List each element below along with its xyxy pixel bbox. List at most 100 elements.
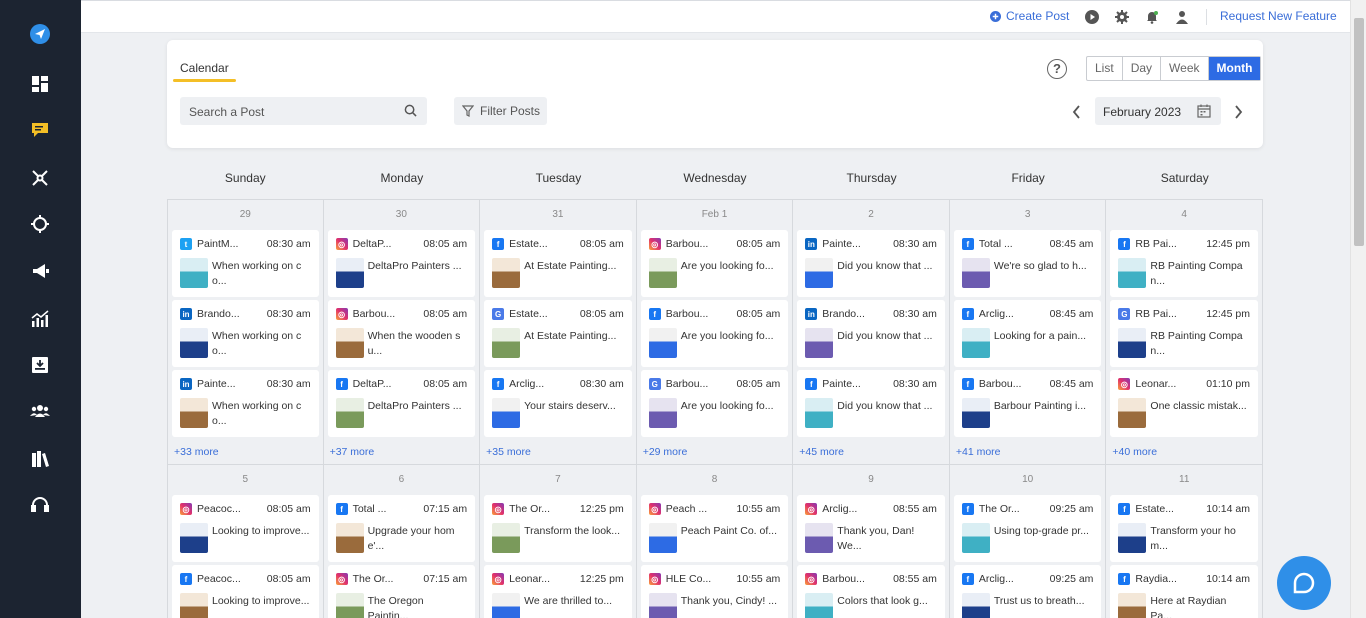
post-card[interactable]: ◎ HLE Co... 10:55 am Thank you, Cindy! ... [640,565,789,618]
target-icon[interactable] [29,213,51,235]
post-text: Thank you, Cindy! ... [680,595,777,607]
more-posts-link[interactable]: +37 more [328,440,476,464]
post-card[interactable]: f Arclig... 09:25 am Trust us to breath... [953,565,1102,618]
post-card[interactable]: in Painte... 08:30 am When working on c o..… [172,370,319,437]
team-icon[interactable] [29,400,51,422]
day-cell[interactable]: 5 ◎ Peacoc... 08:05 am Looking to improve...… [167,465,324,618]
day-cell[interactable]: 8 ◎ Peach ... 10:55 am Peach Paint Co. of...… [637,465,794,618]
instagram-icon: ◎ [648,238,661,250]
post-card[interactable]: f Estate... 10:14 am Transform your ho m... [1110,495,1258,562]
search-input[interactable]: Search a Post [180,97,427,125]
post-thumbnail [1118,523,1147,553]
more-posts-link[interactable]: +41 more [954,440,1102,464]
post-card[interactable]: f Estate... 08:05 am At Estate Painting... [484,230,632,297]
day-cell[interactable]: 29 t PaintM... 08:30 am When working on c o.… [167,200,324,464]
post-card[interactable]: in Brando... 08:30 am When working on c o..… [172,300,319,367]
post-card[interactable]: f DeltaP... 08:05 am DeltaPro Painters ... [327,370,476,437]
post-time: 08:05 am [736,308,781,320]
day-cell[interactable]: Feb 1 ◎ Barbou... 08:05 am Are you looking f… [637,200,794,464]
more-posts-link[interactable]: +33 more [172,440,319,464]
post-card[interactable]: ◎ Leonar... 01:10 pm One classic mistak... [1110,370,1258,437]
more-posts-link[interactable]: +40 more [1110,440,1258,464]
post-card[interactable]: ◎ Barbou... 08:05 am Are you looking fo... [640,230,789,297]
post-card[interactable]: in Painte... 08:30 am Did you know that ... [797,230,945,297]
post-card[interactable]: f Total ... 08:45 am We're so glad to h... [953,230,1102,297]
day-cell[interactable]: 7 ◎ The Or... 12:25 pm Transform the look...… [480,465,637,618]
post-thumbnail [961,258,990,288]
post-account: Estate... [509,238,548,250]
post-card[interactable]: ◎ Peach ... 10:55 am Peach Paint Co. of... [640,495,789,562]
month-picker[interactable]: February 2023 [1095,97,1221,125]
post-card[interactable]: ◎ DeltaP... 08:05 am DeltaPro Painters ... [327,230,476,297]
day-cell[interactable]: 11 f Estate... 10:14 am Transform your ho m.… [1106,465,1263,618]
support-icon[interactable] [29,494,51,516]
post-card[interactable]: in Brando... 08:30 am Did you know that ... [797,300,945,367]
day-cell[interactable]: 3 f Total ... 08:45 am We're so glad to h...… [950,200,1107,464]
post-card[interactable]: G Barbou... 08:05 am Are you looking fo... [640,370,789,437]
day-cell[interactable]: 4 f RB Pai... 12:45 pm RB Painting Compa n..… [1106,200,1263,464]
request-feature-label: Request New Feature [1220,9,1337,23]
more-posts-link[interactable]: +29 more [641,440,789,464]
tab-calendar[interactable]: Calendar [173,61,236,82]
post-card[interactable]: ◎ The Or... 12:25 pm Transform the look... [484,495,632,562]
scrollbar-thumb[interactable] [1354,18,1364,246]
post-text: We're so glad to h... [993,260,1087,272]
inbox-icon[interactable] [29,354,51,376]
post-card[interactable]: ◎ Barbou... 08:55 am Colors that look g... [797,565,945,618]
gear-icon[interactable] [1115,10,1129,24]
send-icon[interactable] [29,23,51,45]
post-account: PaintM... [197,238,239,250]
post-card[interactable]: ◎ Peacoc... 08:05 am Looking to improve... [172,495,319,562]
day-cell[interactable]: 2 in Painte... 08:30 am Did you know that ..… [793,200,950,464]
chat-icon[interactable] [29,119,51,141]
chat-support-button[interactable] [1277,556,1331,610]
post-card[interactable]: G RB Pai... 12:45 pm RB Painting Compa n... [1110,300,1258,367]
post-card[interactable]: G Estate... 08:05 am At Estate Painting... [484,300,632,367]
post-text: RB Painting Compa n... [1150,330,1243,357]
day-cell[interactable]: 31 f Estate... 08:05 am At Estate Painting..… [480,200,637,464]
post-card[interactable]: f Raydia... 10:14 am Here at Raydian Pa... [1110,565,1258,618]
create-post-button[interactable]: Create Post [990,9,1069,23]
view-list-button[interactable]: List [1087,57,1123,80]
post-account: Brando... [197,308,240,320]
post-card[interactable]: t PaintM... 08:30 am When working on c o... [172,230,319,297]
scrollbar[interactable] [1350,0,1366,618]
next-month-button[interactable] [1234,105,1243,123]
post-account: Peacoc... [197,503,241,515]
day-cell[interactable]: 10 f The Or... 09:25 am Using top-grade pr..… [950,465,1107,618]
post-card[interactable]: ◎ The Or... 07:15 am The Oregon Paintin... [327,565,476,618]
day-cell[interactable]: 6 f Total ... 07:15 am Upgrade your hom e'..… [324,465,481,618]
bell-icon[interactable] [1145,10,1159,24]
google-business-icon: G [492,308,505,320]
post-card[interactable]: f Painte... 08:30 am Did you know that ... [797,370,945,437]
post-card[interactable]: f Arclig... 08:30 am Your stairs deserv... [484,370,632,437]
day-cell[interactable]: 30 ◎ DeltaP... 08:05 am DeltaPro Painters ..… [324,200,481,464]
post-card[interactable]: f RB Pai... 12:45 pm RB Painting Compa n... [1110,230,1258,297]
request-feature-link[interactable]: Request New Feature [1220,9,1337,23]
post-card[interactable]: ◎ Barbou... 08:05 am When the wooden s u... [327,300,476,367]
prev-month-button[interactable] [1072,105,1081,123]
filter-posts-button[interactable]: Filter Posts [454,97,547,125]
day-cell[interactable]: 9 ◎ Arclig... 08:55 am Thank you, Dan! We...… [793,465,950,618]
megaphone-icon[interactable] [29,260,51,282]
library-icon[interactable] [29,448,51,470]
play-icon[interactable] [1085,10,1099,24]
post-card[interactable]: f The Or... 09:25 am Using top-grade pr... [953,495,1102,562]
more-posts-link[interactable]: +45 more [797,440,945,464]
network-icon[interactable] [29,167,51,189]
help-icon[interactable]: ? [1047,59,1067,79]
dashboard-icon[interactable] [29,73,51,95]
post-card[interactable]: f Peacoc... 08:05 am Looking to improve... [172,565,319,618]
post-card[interactable]: ◎ Leonar... 12:25 pm We are thrilled to... [484,565,632,618]
analytics-icon[interactable] [29,308,51,330]
post-card[interactable]: f Barbou... 08:45 am Barbour Painting i... [953,370,1102,437]
post-card[interactable]: ◎ Arclig... 08:55 am Thank you, Dan! We... [797,495,945,562]
post-card[interactable]: f Arclig... 08:45 am Looking for a pain... [953,300,1102,367]
view-day-button[interactable]: Day [1123,57,1162,80]
view-week-button[interactable]: Week [1161,57,1209,80]
user-icon[interactable] [1175,10,1189,24]
more-posts-link[interactable]: +35 more [484,440,632,464]
view-month-button[interactable]: Month [1208,57,1261,80]
post-card[interactable]: f Total ... 07:15 am Upgrade your hom e'... [327,495,476,562]
post-card[interactable]: f Barbou... 08:05 am Are you looking fo... [640,300,789,367]
